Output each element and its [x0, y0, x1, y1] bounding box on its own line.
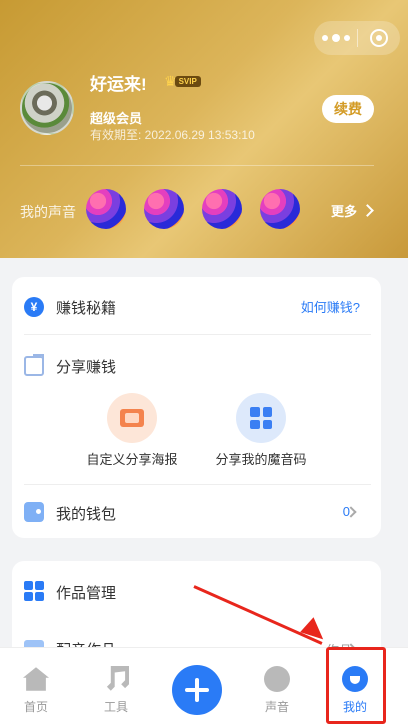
qr-code-icon: [236, 393, 286, 443]
tab-sound[interactable]: 声音: [247, 648, 307, 715]
voice-avatar-list: [86, 189, 300, 229]
row-divider: [24, 334, 371, 335]
custom-poster-option[interactable]: 自定义分享海报: [72, 393, 192, 468]
home-icon: [23, 667, 49, 691]
poster-icon: [107, 393, 157, 443]
works-management-title[interactable]: 作品管理: [56, 582, 116, 603]
create-button[interactable]: [172, 665, 222, 715]
mini-program-capsule[interactable]: [314, 21, 400, 55]
works-grid-icon: [24, 581, 44, 601]
voice-avatar[interactable]: [144, 189, 184, 229]
earn-tips-title[interactable]: 赚钱秘籍: [56, 297, 116, 318]
yuan-icon: ¥: [24, 297, 44, 317]
more-options-icon[interactable]: [314, 33, 357, 42]
header-divider: [20, 165, 374, 166]
renew-button[interactable]: 续费: [322, 95, 374, 123]
wallet-icon: [24, 502, 44, 522]
how-to-earn-link[interactable]: 如何赚钱?: [301, 297, 360, 316]
more-label: 更多: [331, 204, 358, 219]
vip-badge: ♛ SVIP: [164, 72, 201, 90]
annotation-highlight-box: [326, 647, 386, 724]
music-note-icon: [106, 666, 129, 691]
tab-label: 声音: [264, 700, 289, 714]
tab-label: 首页: [23, 700, 48, 714]
row-divider: [24, 484, 371, 485]
tab-label: 工具: [103, 700, 128, 714]
greeting-text: 好运来!: [90, 75, 147, 94]
tab-tools[interactable]: 工具: [86, 648, 146, 715]
sound-wave-icon: [264, 666, 290, 692]
profile-header: 好运来! ♛ SVIP 超级会员 有效期至: 2022.06.29 13:53:…: [0, 0, 408, 258]
chevron-right-icon: [361, 204, 374, 217]
option-label: 自定义分享海报: [86, 452, 178, 467]
vip-tag: SVIP: [174, 75, 201, 87]
voice-avatar[interactable]: [260, 189, 300, 229]
close-program-icon[interactable]: [358, 29, 400, 47]
expiry-date: 有效期至: 2022.06.29 13:53:10: [90, 128, 255, 142]
my-voices-label: 我的声音: [20, 204, 76, 220]
share-icon: [24, 356, 44, 376]
voices-more-button[interactable]: 更多: [331, 201, 374, 220]
wallet-title[interactable]: 我的钱包: [56, 503, 116, 524]
voice-avatar[interactable]: [86, 189, 126, 229]
share-earn-title: 分享赚钱: [56, 359, 117, 376]
tab-home[interactable]: 首页: [6, 648, 66, 715]
share-code-option[interactable]: 分享我的魔音码: [201, 393, 321, 468]
avatar[interactable]: [20, 81, 74, 135]
member-type: 超级会员: [90, 111, 143, 126]
option-label: 分享我的魔音码: [215, 452, 307, 467]
voice-avatar[interactable]: [202, 189, 242, 229]
